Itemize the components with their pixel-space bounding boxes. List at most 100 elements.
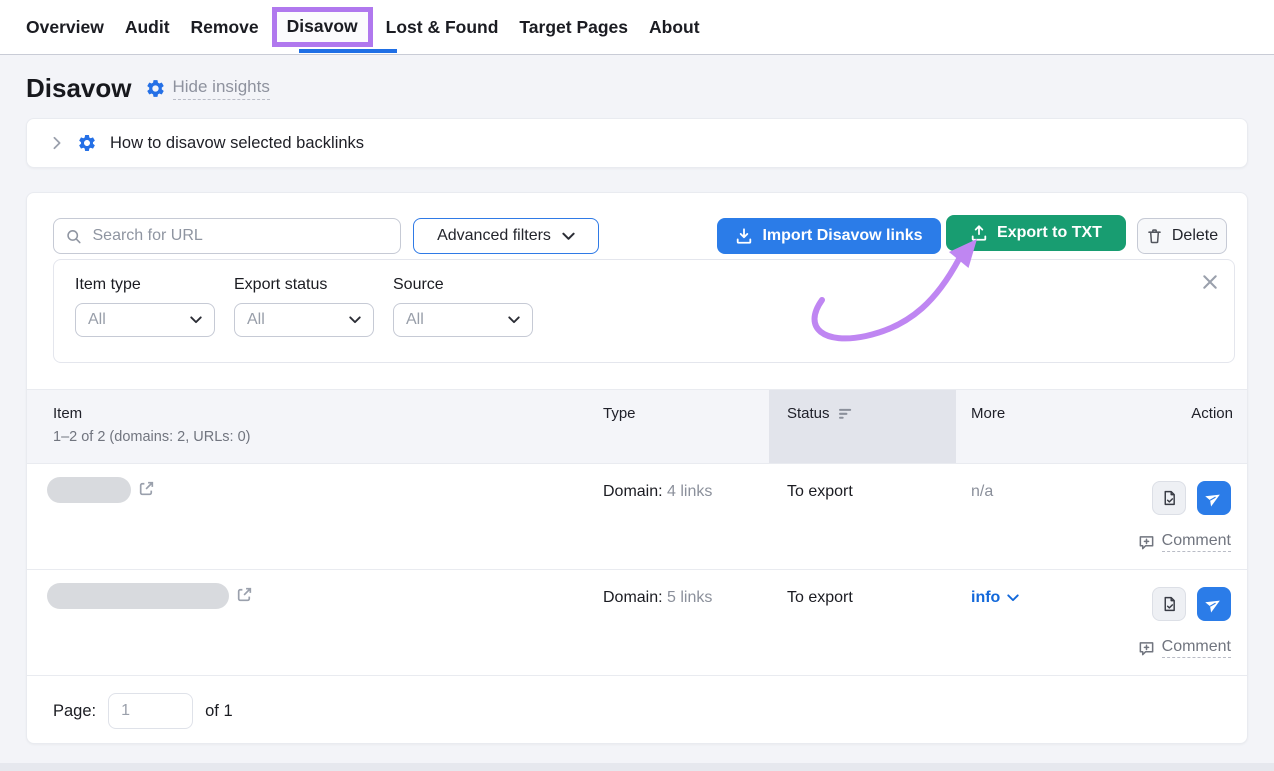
pagination-total: of 1: [205, 702, 233, 721]
file-check-icon: [1161, 489, 1178, 507]
row-actions: [1152, 587, 1231, 621]
send-item-button[interactable]: [1197, 587, 1231, 621]
filter-item-type-label: Item type: [75, 276, 215, 294]
comment-label: Comment: [1162, 532, 1231, 552]
paper-plane-icon: [1205, 595, 1223, 613]
filter-export-status-value: All: [247, 311, 265, 329]
chevron-right-icon: [50, 136, 64, 150]
delete-button[interactable]: Delete: [1137, 218, 1227, 254]
table-summary: 1–2 of 2 (domains: 2, URLs: 0): [53, 429, 250, 445]
tab-overview[interactable]: Overview: [26, 17, 104, 38]
tab-about[interactable]: About: [649, 17, 700, 38]
sort-descending-icon: [839, 408, 854, 420]
top-nav: Overview Audit Remove Disavow Lost & Fou…: [0, 0, 1274, 55]
export-item-button[interactable]: [1152, 587, 1186, 621]
filter-item-type-value: All: [88, 311, 106, 329]
row-actions: [1152, 481, 1231, 515]
delete-label: Delete: [1172, 227, 1218, 245]
type-cell: Domain: 4 links: [603, 483, 712, 501]
comment-link[interactable]: Comment: [1138, 532, 1231, 552]
export-item-button[interactable]: [1152, 481, 1186, 515]
tab-disavow-label: Disavow: [287, 16, 358, 36]
status-column-highlight: [769, 390, 956, 464]
import-disavow-links-label: Import Disavow links: [762, 227, 922, 245]
comment-plus-icon: [1138, 640, 1155, 657]
search-input[interactable]: [91, 226, 389, 246]
column-header-status-label: Status: [787, 405, 830, 422]
chevron-down-icon: [190, 316, 202, 324]
filter-source-select[interactable]: All: [393, 303, 533, 337]
comment-link[interactable]: Comment: [1138, 638, 1231, 658]
table-row: Domain: 5 links To export info: [27, 569, 1247, 675]
redacted-item-pill: [47, 583, 229, 609]
gear-icon: [145, 78, 166, 99]
import-disavow-links-button[interactable]: Import Disavow links: [717, 218, 941, 254]
upload-icon: [970, 224, 988, 242]
filter-item-type: Item type All: [75, 276, 215, 337]
search-icon: [66, 228, 82, 245]
pagination-label: Page:: [53, 702, 96, 721]
hide-insights-label: Hide insights: [173, 77, 270, 100]
chevron-down-icon: [1007, 594, 1019, 602]
comment-label: Comment: [1162, 638, 1231, 658]
comment-plus-icon: [1138, 534, 1155, 551]
paper-plane-icon: [1205, 489, 1223, 507]
download-icon: [735, 227, 753, 245]
type-domain-label: Domain:: [603, 589, 663, 606]
type-domain-label: Domain:: [603, 483, 663, 500]
info-dropdown-link[interactable]: info: [971, 589, 1019, 607]
howto-disavow-panel[interactable]: How to disavow selected backlinks: [26, 118, 1248, 168]
tab-remove[interactable]: Remove: [191, 17, 259, 38]
filter-source-label: Source: [393, 276, 533, 294]
filter-item-type-select[interactable]: All: [75, 303, 215, 337]
active-tab-underline: [299, 49, 397, 53]
tab-audit[interactable]: Audit: [125, 17, 170, 38]
filter-export-status-label: Export status: [234, 276, 374, 294]
annotation-highlight-box: Disavow: [272, 7, 373, 47]
gear-icon: [77, 133, 97, 153]
export-to-txt-button[interactable]: Export to TXT: [946, 215, 1126, 251]
hide-insights-link[interactable]: Hide insights: [145, 77, 270, 100]
more-cell: n/a: [971, 483, 993, 501]
advanced-filters-button[interactable]: Advanced filters: [413, 218, 599, 254]
filter-export-status: Export status All: [234, 276, 374, 337]
chevron-down-icon: [349, 316, 361, 324]
type-cell: Domain: 5 links: [603, 589, 712, 607]
column-header-item: Item: [53, 405, 82, 422]
chevron-down-icon: [508, 316, 520, 324]
tab-target-pages[interactable]: Target Pages: [519, 17, 628, 38]
pagination: Page: of 1: [27, 675, 1247, 746]
backlink-audit-disavow-page: Overview Audit Remove Disavow Lost & Fou…: [0, 0, 1274, 771]
external-link-icon[interactable]: [235, 585, 254, 604]
column-header-action: Action: [1191, 405, 1233, 422]
page-number-input[interactable]: [108, 693, 193, 729]
trash-icon: [1146, 227, 1163, 245]
status-cell: To export: [787, 483, 853, 501]
column-header-status[interactable]: Status: [787, 405, 854, 422]
chevron-down-icon: [562, 232, 575, 241]
close-icon: [1202, 274, 1218, 290]
close-filters-button[interactable]: [1199, 271, 1221, 293]
page-bottom-strip: [0, 763, 1274, 771]
external-link-icon[interactable]: [137, 479, 156, 498]
disavow-list-panel: Advanced filters Import Disavow links Ex…: [26, 192, 1248, 744]
column-header-more: More: [971, 405, 1005, 422]
page-heading: Disavow Hide insights: [26, 73, 270, 104]
file-check-icon: [1161, 595, 1178, 613]
filter-export-status-select[interactable]: All: [234, 303, 374, 337]
filter-source: Source All: [393, 276, 533, 337]
more-cell: info: [971, 589, 1019, 607]
filter-source-value: All: [406, 311, 424, 329]
type-links-count: 5 links: [667, 589, 712, 606]
tab-lost-and-found[interactable]: Lost & Found: [386, 17, 499, 38]
status-cell: To export: [787, 589, 853, 607]
search-box: [53, 218, 401, 254]
redacted-item-pill: [47, 477, 131, 503]
type-links-count: 4 links: [667, 483, 712, 500]
send-item-button[interactable]: [1197, 481, 1231, 515]
tab-disavow[interactable]: Disavow: [272, 7, 373, 47]
export-to-txt-label: Export to TXT: [997, 224, 1102, 242]
page-title: Disavow: [26, 73, 132, 104]
howto-disavow-label: How to disavow selected backlinks: [110, 134, 364, 153]
info-label: info: [971, 589, 1000, 607]
